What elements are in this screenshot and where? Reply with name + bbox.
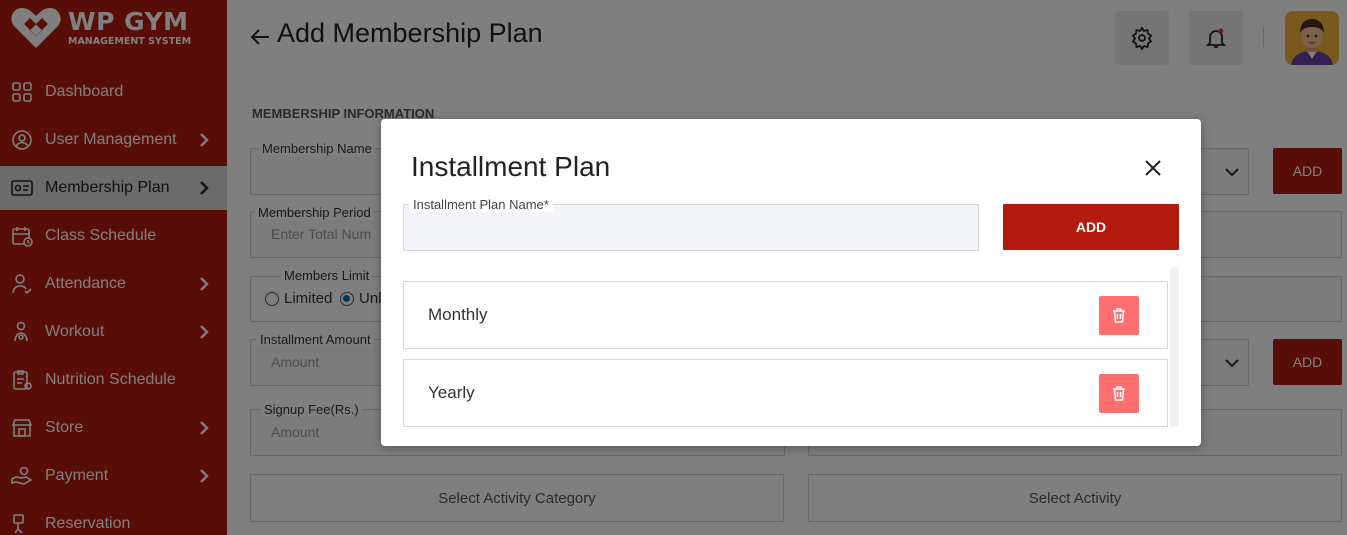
delete-button[interactable]	[1099, 296, 1139, 335]
modal-title: Installment Plan	[411, 151, 611, 182]
add-installment-button[interactable]: ADD	[1003, 204, 1179, 250]
trash-icon	[1113, 308, 1125, 323]
delete-button[interactable]	[1099, 374, 1139, 413]
list-scrollbar[interactable]	[1170, 267, 1179, 427]
plan-name: Monthly	[428, 305, 488, 324]
installment-plan-modal: Installment Plan Installment Plan Name* …	[381, 119, 1201, 446]
list-item: Yearly	[403, 359, 1168, 427]
installment-plan-name-label: Installment Plan Name*	[409, 198, 553, 212]
list-item: Monthly	[403, 281, 1168, 349]
trash-icon	[1113, 386, 1125, 401]
plan-name: Yearly	[428, 383, 475, 402]
installment-plan-list: Monthly Yearly	[403, 267, 1179, 437]
close-icon[interactable]	[1144, 159, 1162, 177]
